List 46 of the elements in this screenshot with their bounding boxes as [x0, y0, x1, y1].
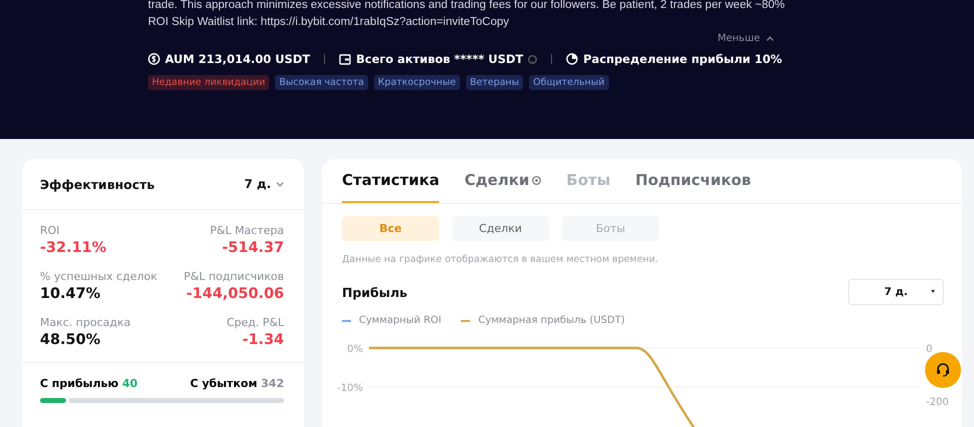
wallet-icon	[339, 54, 352, 64]
chevron-up-icon	[766, 36, 774, 41]
y-tick-label: -200	[926, 397, 949, 408]
legend-item: Суммарный ROI	[342, 315, 442, 326]
collapse-link[interactable]: Меньше	[717, 33, 774, 44]
metric-value: 10.47%	[40, 286, 100, 302]
headset-icon	[935, 362, 951, 378]
losses-text: С убытком 342	[190, 377, 284, 390]
y-tick-label: -10%	[337, 383, 363, 394]
chart-title: Прибыль	[342, 284, 408, 300]
tag: Общительный	[529, 75, 609, 90]
wins-text: С прибылью 40	[40, 377, 138, 390]
period-dropdown[interactable]: 7 д.	[244, 177, 284, 191]
tag: Высокая частота	[275, 75, 368, 90]
period-select[interactable]: 7 д.	[848, 279, 944, 305]
stat-text: Всего активов ***** USDT	[356, 52, 524, 66]
card-title: Эффективность	[40, 176, 155, 192]
metric-value: -1.34	[242, 332, 284, 348]
description-text: trade. This approach minimizes excessive notifications and trading fees for our followers. Be patient, 2 trades per week ~80% ROI Skip Waitlist link: https://i.bybit.com/1rabIqSz?action=inviteToCopy	[148, 0, 786, 30]
chevron-down-icon	[276, 182, 284, 186]
tag: Краткосрочные	[374, 75, 460, 90]
timezone-note: Данные на графике отображаются в вашем местном времени.	[341, 253, 660, 265]
tag: Недавние ликвидации	[148, 75, 270, 90]
legend-item: Суммарная прибыль (USDT)	[461, 315, 625, 326]
metric-label: Макс. просадка	[40, 316, 131, 329]
y-tick-label: 0	[926, 344, 932, 355]
metric-value: -144,050.06	[186, 286, 284, 302]
metric-value: 48.50%	[40, 332, 100, 348]
tag: Ветераны	[466, 75, 524, 90]
stat-text: Распределение прибыли 10%	[583, 52, 782, 66]
tab[interactable]: Статистика	[342, 159, 440, 203]
caret-icon	[931, 290, 935, 293]
metric-label: P&L подписчиков	[184, 270, 284, 283]
metric-label: ROI	[40, 224, 60, 237]
dollar-coin-icon	[148, 53, 160, 65]
stat-text: AUM 213,014.00 USDT	[165, 52, 310, 66]
metric-label: Сред. P&L	[226, 316, 284, 329]
metric-value: -32.11%	[40, 240, 106, 256]
metric-label: P&L Мастера	[210, 224, 284, 237]
metric-label: % успешных сделок	[40, 270, 158, 283]
metric-value: -514.37	[222, 240, 284, 256]
tab[interactable]: Подписчиков	[635, 159, 751, 203]
y-tick-label: 0%	[347, 344, 363, 355]
tab[interactable]: Сделки	[464, 159, 542, 203]
pie-chart-icon	[566, 53, 578, 65]
filter-button[interactable]: Сделки	[452, 216, 549, 241]
